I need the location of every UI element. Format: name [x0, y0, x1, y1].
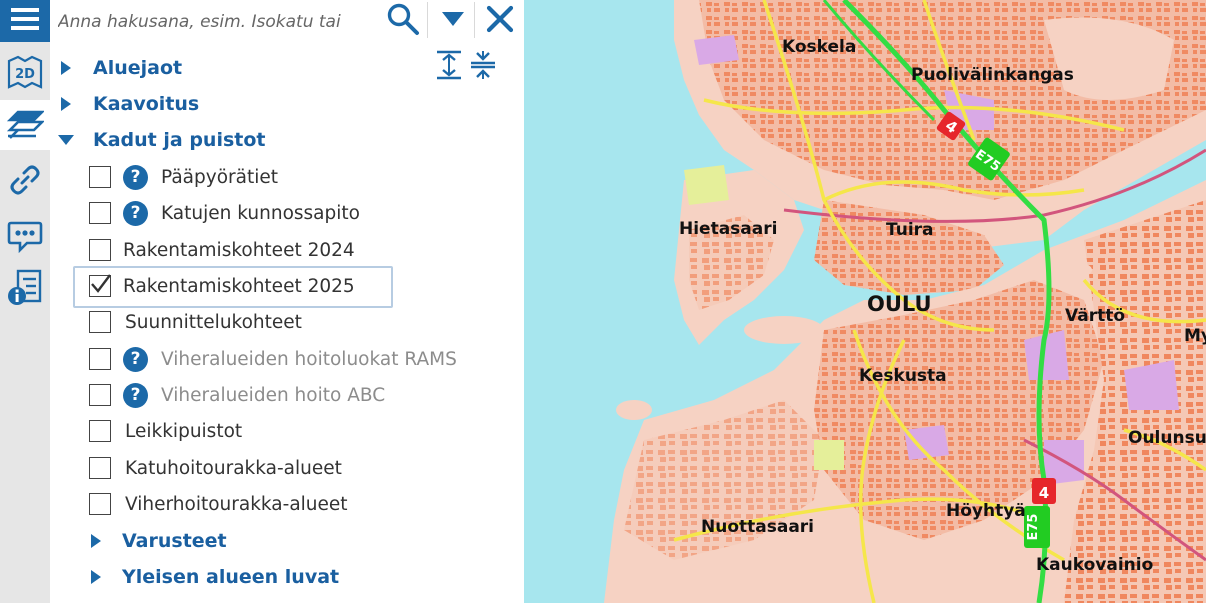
layer-label: Viheralueiden hoito ABC	[161, 384, 386, 406]
shield-label: E75	[1026, 514, 1041, 541]
search-options-button[interactable]	[434, 2, 472, 40]
map-2d-icon: 2D	[6, 53, 44, 95]
layer-label: Katuhoitourakka-alueet	[125, 457, 342, 479]
layer-item[interactable]: ? Katujen kunnossapito	[50, 196, 524, 230]
route-shield: E75	[1024, 506, 1050, 548]
group-label: Aluejaot	[93, 57, 183, 79]
layer-label: Leikkipuistot	[125, 420, 243, 442]
layer-checkbox[interactable]	[89, 311, 111, 333]
shield-label: 4	[1039, 484, 1049, 502]
layer-item[interactable]: Suunnittelukohteet	[50, 305, 524, 339]
feedback-button[interactable]	[0, 216, 50, 260]
layer-item[interactable]: ? Viheralueiden hoito ABC	[50, 378, 524, 412]
help-icon[interactable]: ?	[123, 200, 148, 226]
group-label: Kadut ja puistot	[93, 129, 266, 151]
park	[814, 440, 844, 470]
group-kadut-ja-puistot[interactable]: Kadut ja puistot	[50, 123, 524, 157]
divider	[427, 2, 428, 38]
route-shield: 4	[1032, 478, 1056, 504]
layer-checkbox[interactable]	[89, 166, 111, 188]
layer-item[interactable]: ? Pääpyörätiet	[50, 160, 524, 194]
group-label: Kaavoitus	[93, 93, 200, 115]
triangle-down-icon	[441, 9, 465, 33]
place-label: Hietasaari	[679, 219, 777, 239]
layer-panel: Aluejaot Kaavoitus Kadut ja puistot ? Pä…	[50, 0, 524, 603]
help-icon[interactable]: ?	[123, 164, 148, 190]
caret-right-icon	[88, 569, 104, 585]
group-kaavoitus[interactable]: Kaavoitus	[50, 87, 524, 121]
group-yleisen-alueen-luvat[interactable]: Yleisen alueen luvat	[50, 560, 524, 594]
island	[616, 400, 652, 420]
island	[1036, 260, 1092, 280]
layer-label: Rakentamiskohteet 2025	[123, 275, 355, 297]
layer-label: Katujen kunnossapito	[161, 202, 360, 224]
view-mode-label: 2D	[15, 67, 35, 82]
island	[744, 316, 824, 344]
clear-search-button[interactable]	[481, 2, 519, 40]
caret-right-icon	[58, 96, 74, 112]
link-button[interactable]	[0, 160, 50, 204]
chat-bubble-icon	[7, 219, 43, 257]
layer-checkbox[interactable]	[89, 493, 111, 515]
place-label: Puolivälinkangas	[911, 65, 1074, 85]
layer-checkbox[interactable]	[89, 420, 111, 442]
layer-checkbox[interactable]	[89, 457, 111, 479]
link-icon	[8, 163, 42, 201]
caret-down-icon	[58, 132, 74, 148]
info-button[interactable]	[0, 268, 50, 312]
place-label: Nuottasaari	[701, 517, 814, 537]
help-icon[interactable]: ?	[123, 346, 148, 372]
industrial-area	[694, 35, 739, 65]
toolbar-rail: 2D	[0, 0, 50, 603]
layers-button[interactable]	[0, 100, 50, 150]
map-svg[interactable]: 4 E75 4 E75 Koskela Puolivälinkangas Hie…	[524, 0, 1206, 603]
layer-label: Viheralueiden hoitoluokat RAMS	[161, 348, 457, 370]
search-button[interactable]	[384, 2, 422, 40]
search-input[interactable]	[58, 6, 386, 38]
layer-checkbox[interactable]	[89, 202, 111, 224]
layer-checkbox[interactable]	[89, 348, 111, 370]
place-label: Kaukovainio	[1036, 555, 1153, 575]
search-icon	[386, 2, 420, 40]
help-icon[interactable]: ?	[123, 382, 148, 408]
place-label: Tuira	[886, 220, 934, 240]
info-list-icon	[6, 268, 44, 312]
layer-item-selected[interactable]: Rakentamiskohteet 2025	[50, 269, 524, 303]
close-icon	[486, 5, 514, 37]
group-aluejaot[interactable]: Aluejaot	[50, 51, 524, 85]
layer-item[interactable]: ? Viheralueiden hoitoluokat RAMS	[50, 342, 524, 376]
layer-item[interactable]: Viherhoitourakka-alueet	[50, 487, 524, 521]
place-label: Höyhtyä	[946, 501, 1026, 521]
layer-item[interactable]: Katuhoitourakka-alueet	[50, 451, 524, 485]
layer-label: Rakentamiskohteet 2024	[123, 239, 355, 261]
place-label: My	[1184, 326, 1206, 346]
layer-label: Suunnittelukohteet	[125, 311, 302, 333]
park	[684, 165, 729, 205]
map-canvas[interactable]: 4 E75 4 E75 Koskela Puolivälinkangas Hie…	[524, 0, 1206, 603]
group-label: Varusteet	[122, 530, 227, 552]
group-label: Yleisen alueen luvat	[122, 566, 340, 588]
caret-right-icon	[88, 533, 104, 549]
place-label: Värttö	[1065, 306, 1125, 326]
checkmark-icon	[91, 274, 111, 293]
layer-label: Pääpyörätiet	[161, 166, 278, 188]
place-label: Keskusta	[859, 366, 947, 386]
layer-item[interactable]: Rakentamiskohteet 2024	[50, 233, 524, 267]
place-label: Oulunsu	[1128, 428, 1206, 448]
hamburger-icon	[10, 4, 40, 38]
view-mode-button[interactable]: 2D	[0, 52, 50, 96]
caret-right-icon	[58, 60, 74, 76]
search-bar	[50, 0, 524, 42]
layer-checkbox[interactable]	[89, 239, 111, 261]
menu-button[interactable]	[0, 0, 50, 42]
layer-item[interactable]: Leikkipuistot	[50, 414, 524, 448]
place-label: Koskela	[782, 37, 856, 57]
layer-checkbox[interactable]	[89, 384, 111, 406]
layer-label: Viherhoitourakka-alueet	[125, 493, 348, 515]
layers-icon	[6, 106, 46, 144]
place-label: OULU	[867, 292, 932, 316]
layer-checkbox-checked[interactable]	[89, 274, 111, 297]
group-varusteet[interactable]: Varusteet	[50, 524, 524, 558]
divider	[474, 2, 475, 38]
